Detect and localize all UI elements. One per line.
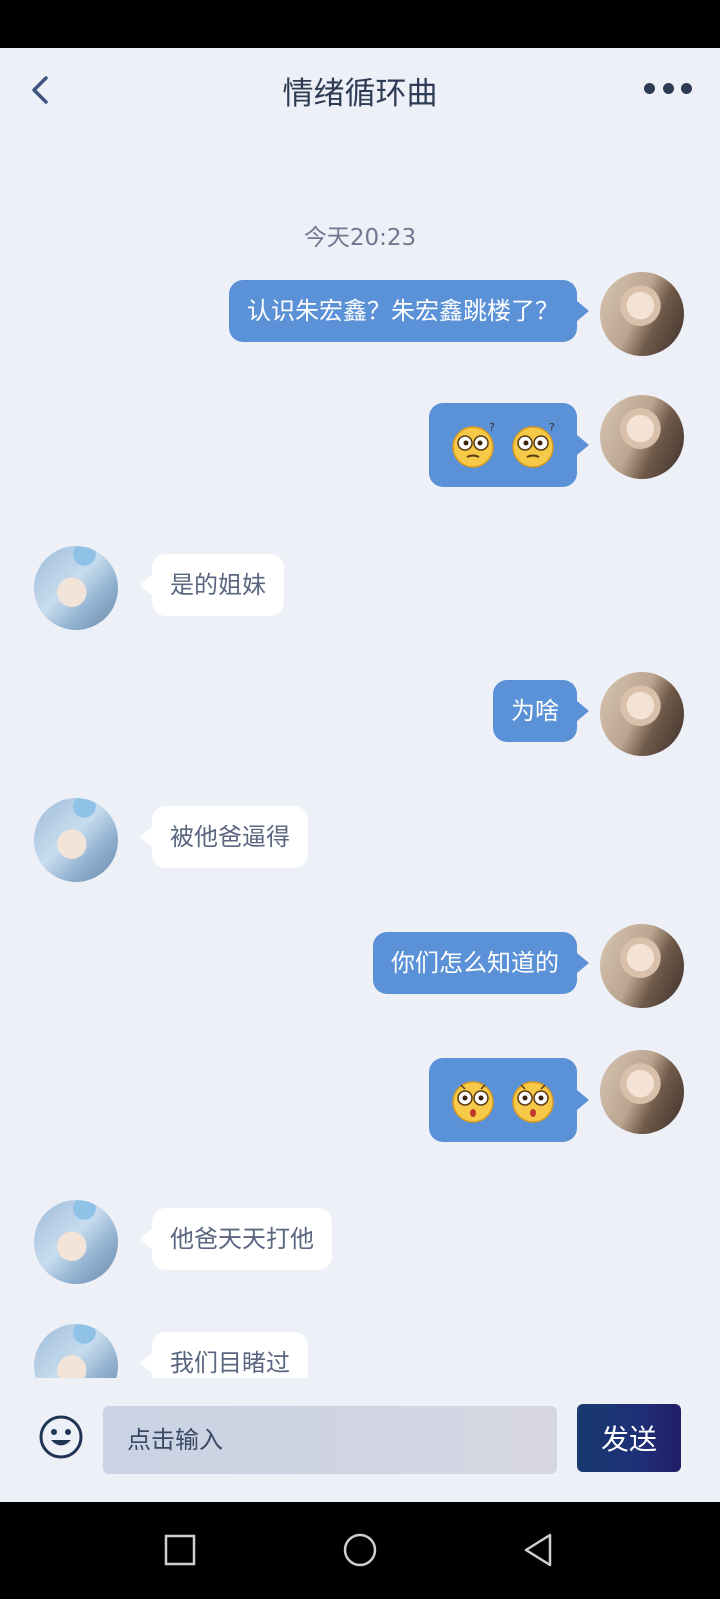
my-avatar[interactable] [600,272,684,356]
triangle-back-icon [524,1533,552,1567]
svg-text:?: ? [489,421,495,434]
contact-avatar[interactable] [34,1200,118,1284]
message-text: 被他爸逼得 [170,823,290,851]
home-button[interactable] [338,1528,382,1572]
chat-title: 情绪循环曲 [282,76,438,112]
message-bubble[interactable]: 是的姐妹 [140,554,284,616]
contact-avatar[interactable] [34,546,118,630]
confused-face-icon: ? [452,421,495,468]
smiley-icon [39,1415,83,1459]
message-input[interactable] [103,1406,557,1474]
emoji-bubble[interactable] [429,1058,589,1142]
message-text: 你们怎么知道的 [391,949,559,977]
status-bar [0,0,720,48]
my-avatar[interactable] [600,924,684,1008]
shocked-face-icon [512,1081,554,1123]
message-text: 为啥 [511,697,559,725]
send-button[interactable]: 发送 [577,1404,681,1472]
message-bubble[interactable]: 他爸天天打他 [140,1208,332,1270]
message-text: 是的姐妹 [170,571,266,599]
system-nav-bar [0,1502,720,1599]
circle-icon [343,1533,377,1567]
more-dot-icon [644,82,655,94]
more-options-button[interactable] [644,78,692,98]
more-dot-icon [681,82,692,94]
my-avatar[interactable] [600,395,684,479]
my-avatar[interactable] [600,1050,684,1134]
more-dot-icon [662,82,674,94]
svg-text:?: ? [549,421,555,434]
confused-face-icon: ? [512,421,555,468]
recent-apps-button[interactable] [158,1528,202,1572]
back-nav-button[interactable] [518,1528,562,1572]
message-text: 我们目睹过 [170,1349,290,1377]
my-avatar[interactable] [600,672,684,756]
emoji-button[interactable] [38,1414,84,1460]
message-bubble[interactable]: 你们怎么知道的 [373,932,589,994]
shocked-face-icon [452,1081,494,1123]
contact-avatar[interactable] [34,1324,118,1378]
message-text: 他爸天天打他 [170,1225,314,1253]
square-icon [164,1534,196,1566]
chat-timestamp: 今天20:23 [303,225,417,251]
message-bubble[interactable]: 认识朱宏鑫？朱宏鑫跳楼了？ [229,280,589,342]
emoji-bubble[interactable]: ? ? [429,403,589,487]
message-list[interactable]: 认识朱宏鑫？朱宏鑫跳楼了？ ? ? 是的姐妹 为啥 被他爸逼得 你们怎么知道的 … [0,250,720,1378]
message-text: 认识朱宏鑫？朱宏鑫跳楼了？ [247,297,559,325]
message-bubble[interactable]: 为啥 [493,680,589,742]
message-bubble[interactable]: 被他爸逼得 [140,806,308,868]
message-bubble[interactable]: 我们目睹过 [140,1332,308,1378]
contact-avatar[interactable] [34,798,118,882]
